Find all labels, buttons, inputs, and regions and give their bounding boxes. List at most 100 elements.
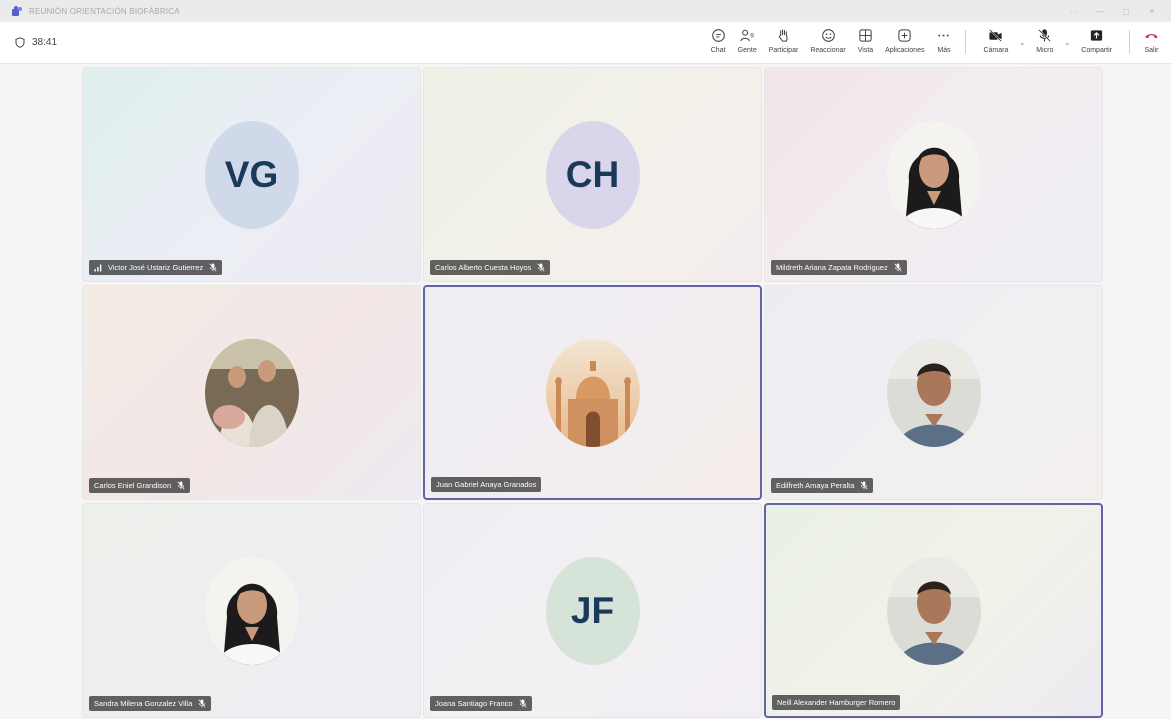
more-label: Más bbox=[937, 47, 951, 54]
add-app-icon bbox=[898, 29, 911, 42]
participant-tile[interactable]: Edilfreth Amaya Peralta bbox=[764, 285, 1103, 500]
camera-options-chevron-icon[interactable]: ⌄ bbox=[1017, 39, 1027, 47]
chat-button[interactable]: Chat bbox=[705, 26, 732, 54]
participant-tile[interactable]: Mildreth Ariana Zapata Rodriguez bbox=[764, 67, 1103, 282]
avatar-photo bbox=[545, 338, 640, 447]
avatar-initials: VG bbox=[224, 153, 279, 195]
apps-label: Aplicaciones bbox=[885, 47, 925, 54]
participant-name: Carlos Eniel Grandison bbox=[94, 481, 172, 490]
mic-muted-icon bbox=[894, 263, 902, 272]
window-title: REUNIÓN ORIENTACIÓN BIOFÁBRICA bbox=[29, 6, 180, 16]
avatar bbox=[545, 338, 640, 447]
leave-button[interactable]: Salir bbox=[1138, 26, 1165, 54]
avatar: VG bbox=[204, 120, 299, 229]
share-screen-icon bbox=[1091, 30, 1103, 41]
avatar-photo bbox=[886, 556, 981, 665]
window-more-button[interactable]: ··· bbox=[1061, 7, 1087, 16]
avatar-initials: JF bbox=[570, 589, 615, 631]
participant-name: Juan Gabriel Anaya Granados bbox=[436, 480, 537, 489]
more-icon bbox=[938, 34, 950, 37]
raise-hand-button[interactable]: Participar bbox=[763, 26, 805, 54]
camera-button[interactable]: Cámara bbox=[974, 26, 1017, 54]
avatar bbox=[886, 338, 981, 447]
participant-name: Edilfreth Amaya Peralta bbox=[776, 481, 855, 490]
avatar-photo bbox=[886, 338, 981, 447]
mic-muted-icon bbox=[198, 699, 206, 708]
people-count: 9 bbox=[750, 32, 754, 39]
participant-name-tag: Carlos Eniel Grandison bbox=[89, 478, 191, 493]
people-icon: 9 bbox=[740, 29, 754, 42]
mic-button[interactable]: Micro bbox=[1027, 26, 1062, 54]
participant-name: Carlos Alberto Cuesta Hoyos bbox=[435, 263, 532, 272]
mic-options-chevron-icon[interactable]: ⌄ bbox=[1062, 39, 1072, 47]
mic-muted-icon bbox=[537, 263, 545, 272]
react-button[interactable]: Reaccionar bbox=[804, 26, 851, 54]
leave-label: Salir bbox=[1144, 47, 1159, 54]
mic-off-icon bbox=[1038, 29, 1052, 42]
avatar: CH bbox=[545, 120, 640, 229]
avatar bbox=[204, 338, 299, 447]
view-label: Vista bbox=[857, 47, 874, 54]
camera-off-icon bbox=[989, 29, 1003, 42]
avatar-photo bbox=[204, 338, 299, 447]
raise-hand-label: Participar bbox=[768, 47, 799, 54]
react-label: Reaccionar bbox=[810, 47, 846, 54]
meeting-toolbar: 38:41 Chat 9 Gente Participar Reaccionar… bbox=[0, 22, 1171, 64]
avatar: JF bbox=[545, 556, 640, 665]
share-button[interactable]: Compartir bbox=[1072, 26, 1121, 54]
chat-label: Chat bbox=[710, 47, 726, 54]
avatar-initials: CH bbox=[565, 153, 620, 195]
participant-name-tag: Mildreth Ariana Zapata Rodriguez bbox=[771, 260, 907, 275]
toolbar-actions: Chat 9 Gente Participar Reaccionar Vista… bbox=[705, 26, 1165, 60]
view-button[interactable]: Vista bbox=[852, 26, 879, 54]
avatar bbox=[886, 556, 981, 665]
participant-tile[interactable]: Sandra Milena Gonzalez Villa bbox=[82, 503, 421, 718]
timer-label: 38:41 bbox=[32, 37, 58, 48]
chat-icon bbox=[711, 29, 725, 42]
participant-tile[interactable]: Neill Alexander Hamburger Romero bbox=[764, 503, 1103, 718]
close-window-button[interactable]: ✕ bbox=[1139, 7, 1165, 16]
participant-name: Sandra Milena Gonzalez Villa bbox=[94, 699, 193, 708]
people-button[interactable]: 9 Gente bbox=[732, 26, 763, 54]
share-label: Compartir bbox=[1081, 47, 1112, 54]
toolbar-divider-2 bbox=[1129, 30, 1130, 54]
participant-name: Neill Alexander Hamburger Romero bbox=[777, 698, 896, 707]
participant-tile[interactable]: JF Joana Santiago Franco bbox=[423, 503, 762, 718]
emoji-icon bbox=[821, 29, 835, 42]
participant-name: Joana Santiago Franco bbox=[435, 699, 513, 708]
camera-label: Cámara bbox=[983, 47, 1009, 54]
participant-name: Mildreth Ariana Zapata Rodriguez bbox=[776, 263, 888, 272]
participant-tile[interactable]: Carlos Eniel Grandison bbox=[82, 285, 421, 500]
participant-tile[interactable]: CH Carlos Alberto Cuesta Hoyos bbox=[423, 67, 762, 282]
avatar bbox=[204, 556, 299, 665]
grid-view-icon bbox=[859, 29, 872, 42]
signal-icon bbox=[94, 264, 102, 272]
mic-label: Micro bbox=[1036, 47, 1054, 54]
participant-name: Victor José Ustariz Gutierrez bbox=[108, 263, 204, 272]
participant-name-tag: Victor José Ustariz Gutierrez bbox=[89, 260, 223, 275]
participant-tile[interactable]: VG Victor José Ustariz Gutierrez bbox=[82, 67, 421, 282]
participant-name-tag: Joana Santiago Franco bbox=[430, 696, 532, 711]
avatar-photo bbox=[886, 120, 981, 229]
mic-muted-icon bbox=[177, 481, 185, 490]
apps-button[interactable]: Aplicaciones bbox=[879, 26, 930, 54]
shield-icon bbox=[15, 37, 25, 48]
more-button[interactable]: Más bbox=[930, 26, 957, 54]
people-label: Gente bbox=[737, 47, 757, 54]
minimize-button[interactable]: — bbox=[1087, 7, 1113, 16]
participant-name-tag: Juan Gabriel Anaya Granados bbox=[431, 477, 542, 492]
mic-muted-icon bbox=[519, 699, 527, 708]
participant-name-tag: Edilfreth Amaya Peralta bbox=[771, 478, 874, 493]
mic-muted-icon bbox=[209, 263, 217, 272]
avatar bbox=[886, 120, 981, 229]
maximize-button[interactable]: ▢ bbox=[1113, 7, 1139, 16]
teams-logo-icon bbox=[12, 5, 23, 17]
participant-name-tag: Sandra Milena Gonzalez Villa bbox=[89, 696, 212, 711]
participant-tile[interactable]: Juan Gabriel Anaya Granados bbox=[423, 285, 762, 500]
meeting-timer: 38:41 bbox=[15, 37, 57, 48]
hand-icon bbox=[778, 29, 788, 42]
toolbar-divider bbox=[965, 30, 967, 54]
mic-muted-icon bbox=[860, 481, 868, 490]
title-bar: REUNIÓN ORIENTACIÓN BIOFÁBRICA ··· — ▢ ✕ bbox=[0, 0, 1171, 22]
participant-name-tag: Neill Alexander Hamburger Romero bbox=[772, 695, 901, 710]
